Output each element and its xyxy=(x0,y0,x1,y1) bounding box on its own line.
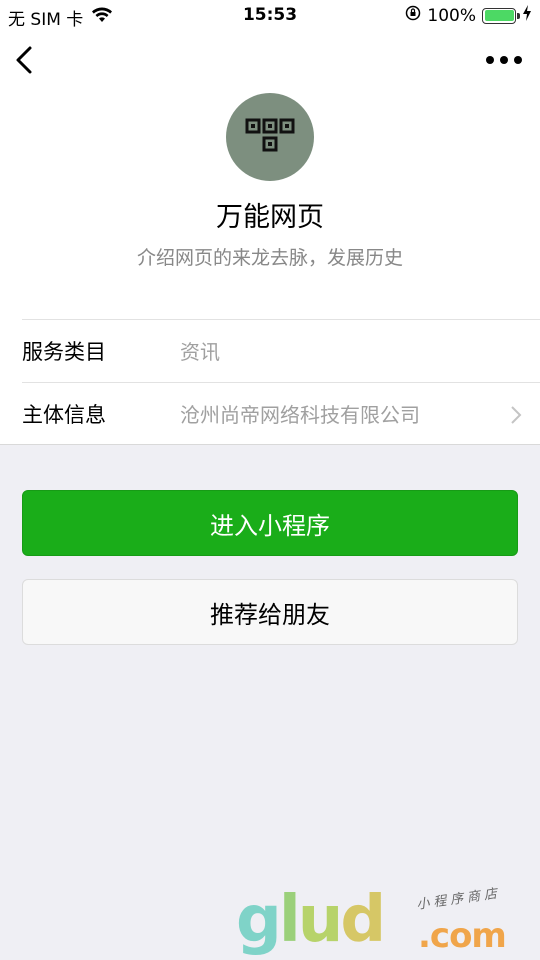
chevron-left-icon xyxy=(16,46,32,74)
grid-icon xyxy=(245,118,295,152)
more-dot xyxy=(500,56,508,64)
battery-percent: 100% xyxy=(427,5,476,26)
more-button[interactable] xyxy=(486,50,522,70)
row-value: 资讯 xyxy=(180,340,220,364)
app-description: 介绍网页的来龙去脉，发展历史 xyxy=(136,247,403,269)
recommend-to-friend-button[interactable]: 推荐给朋友 xyxy=(22,579,518,645)
status-bar: 无 SIM 卡 15:53 100% xyxy=(0,0,540,32)
row-label: 主体信息 xyxy=(22,402,106,427)
chevron-right-icon xyxy=(510,405,522,429)
service-category-row: 服务类目 资讯 xyxy=(22,319,540,381)
row-label: 服务类目 xyxy=(22,339,106,364)
app-name: 万能网页 xyxy=(216,202,324,233)
watermark-tagline: 小程序商店 xyxy=(415,886,502,913)
battery-icon xyxy=(482,7,520,24)
more-dot xyxy=(514,56,522,64)
row-value: 沧州尚帝网络科技有限公司 xyxy=(180,403,420,427)
watermark-domain: .com xyxy=(418,916,507,956)
app-logo xyxy=(226,93,314,181)
status-right: 100% xyxy=(405,5,532,26)
enter-miniprogram-button[interactable]: 进入小程序 xyxy=(22,490,518,556)
entity-info-row[interactable]: 主体信息 沧州尚帝网络科技有限公司 xyxy=(22,382,540,444)
back-button[interactable] xyxy=(12,44,40,76)
app-profile-panel: 无 SIM 卡 15:53 100% 万能网页 介绍网页的来龙去脉，发展历史 服… xyxy=(0,0,540,445)
watermark-logo: glud .com 小程序商店 xyxy=(236,880,536,960)
watermark-text: glud xyxy=(236,883,386,957)
charging-icon xyxy=(522,5,532,26)
orientation-lock-icon xyxy=(405,5,421,26)
more-dot xyxy=(486,56,494,64)
